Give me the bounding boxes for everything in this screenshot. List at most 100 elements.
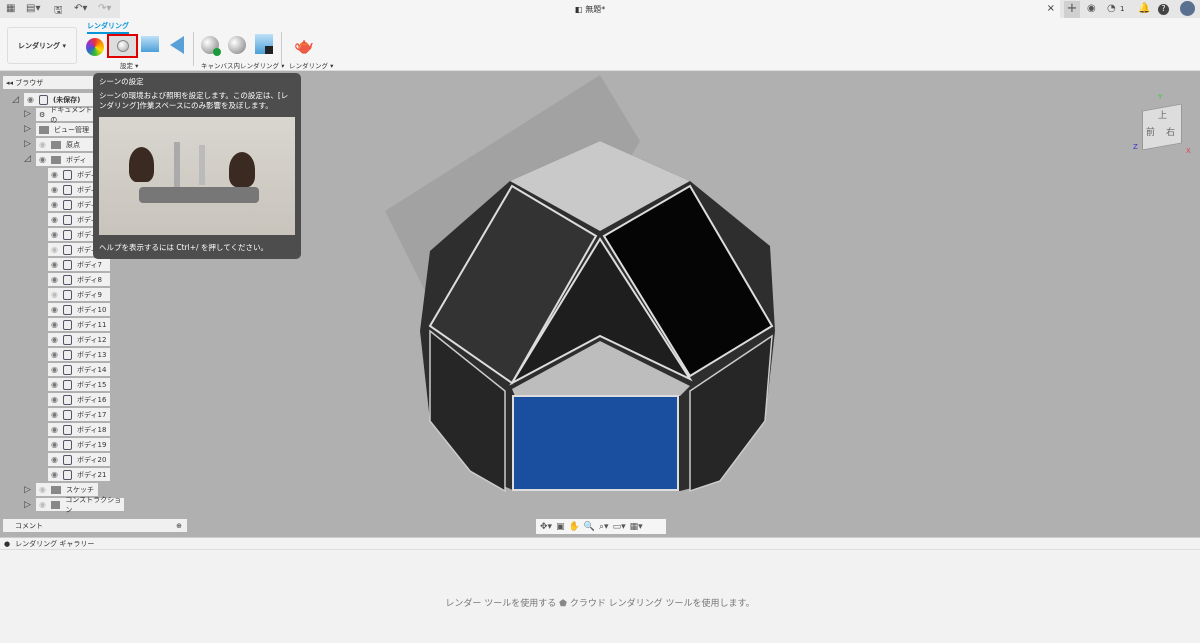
tree-node-origin[interactable]: ◉ 原点 [36, 138, 96, 151]
tree-node-bodies[interactable]: ◉ ボディ [36, 153, 96, 166]
body-icon [62, 379, 72, 390]
eye-icon[interactable]: ◉ [51, 290, 58, 299]
extensions-icon[interactable]: ◉ [1087, 3, 1096, 14]
component-icon [38, 94, 48, 105]
decal-icon[interactable] [170, 36, 184, 54]
new-tab-icon[interactable]: + [1064, 1, 1080, 18]
tree-item-body[interactable]: ◉ ボディ [48, 228, 98, 241]
eye-icon[interactable]: ◉ [51, 365, 58, 374]
teapot-render-icon[interactable]: 🫖 [294, 36, 314, 55]
gallery-header[interactable]: ● レンダリング ギャラリー [0, 538, 1200, 550]
settings-group-label[interactable]: 設定 ▾ [120, 60, 138, 70]
bell-icon[interactable]: 🔔 [1138, 3, 1150, 14]
document-tab[interactable]: ◧ 無題* × [120, 0, 1060, 18]
tree-item-body[interactable]: ◉ ボディ12 [48, 333, 110, 346]
fit-icon[interactable]: ⌕▾ [599, 522, 609, 532]
scene-settings-button[interactable] [107, 34, 138, 58]
cube-front-face[interactable]: 前 [1146, 125, 1155, 138]
tree-item-body[interactable]: ◉ ボディ [48, 213, 98, 226]
tree-item-body[interactable]: ◉ ボディ7 [48, 258, 110, 271]
tree-node-named-views[interactable]: ビュー管理 [36, 123, 96, 136]
render-group-label[interactable]: レンダリング ▾ [289, 60, 333, 70]
eye-icon[interactable]: ◉ [51, 470, 58, 479]
tab-rendering[interactable]: レンダリング [87, 21, 129, 34]
eye-icon[interactable]: ◉ [51, 425, 58, 434]
in-canvas-settings-icon[interactable] [228, 36, 246, 54]
eye-icon[interactable]: ◉ [51, 455, 58, 464]
blue-face [512, 395, 679, 491]
tree-item-body[interactable]: ◉ ボディ16 [48, 393, 110, 406]
expand-icon[interactable]: ▷ [24, 109, 31, 119]
collapse-icon[interactable]: ◿ [24, 154, 31, 164]
eye-icon[interactable]: ◉ [51, 395, 58, 404]
tree-item-body[interactable]: ◉ ボディ21 [48, 468, 110, 481]
pan-icon[interactable]: ✋ [569, 522, 580, 532]
eye-icon[interactable]: ◉ [51, 215, 58, 224]
tree-item-body[interactable]: ◉ ボディ13 [48, 348, 110, 361]
zoom-icon[interactable]: 🔍 [584, 522, 595, 532]
undo-icon[interactable]: ↶▾ [74, 3, 87, 14]
browser-header[interactable]: ◂◂ ブラウザ [3, 76, 98, 89]
workspace-switcher[interactable]: レンダリング ▾ [7, 27, 77, 64]
tree-item-body[interactable]: ◉ ボディ [48, 168, 98, 181]
tree-item-body[interactable]: ◉ ボディ [48, 198, 98, 211]
look-at-icon[interactable]: ▣ [556, 522, 565, 532]
tree-item-body[interactable]: ◉ ボディ17 [48, 408, 110, 421]
tree-node-document-settings[interactable]: ⚙ ドキュメントの [36, 106, 96, 124]
cube-top-face[interactable]: 上 [1158, 108, 1167, 121]
avatar[interactable] [1180, 1, 1195, 16]
tree-item-body[interactable]: ◉ ボディ10 [48, 303, 110, 316]
redo-icon[interactable]: ↷▾ [98, 3, 111, 14]
file-menu-icon[interactable]: ▤▾ [26, 3, 40, 14]
expand-icon[interactable]: ▷ [24, 485, 31, 495]
app-grid-icon[interactable]: ▦ [6, 3, 15, 14]
eye-icon[interactable]: ◉ [51, 245, 58, 254]
cube-right-face[interactable]: 右 [1166, 125, 1175, 138]
in-canvas-render-icon[interactable] [201, 36, 221, 56]
tree-item-body[interactable]: ◉ ボディ19 [48, 438, 110, 451]
eye-icon[interactable]: ◉ [51, 350, 58, 359]
tree-node-construction[interactable]: ◉ コンストラクション [36, 496, 124, 514]
tree-item-body[interactable]: ◉ ボディ14 [48, 363, 110, 376]
eye-icon[interactable]: ◉ [51, 335, 58, 344]
capture-image-icon[interactable] [255, 34, 273, 54]
view-cube[interactable]: Y 上 前 右 Z X [1133, 93, 1191, 155]
body-icon [62, 364, 72, 375]
comments-panel[interactable]: コメント ⊕ [3, 519, 187, 532]
eye-icon[interactable]: ◉ [51, 200, 58, 209]
tree-item-body[interactable]: ◉ ボディ [48, 183, 98, 196]
tree-item-body[interactable]: ◉ ボディ [48, 243, 98, 256]
expand-icon[interactable]: ▷ [24, 139, 31, 149]
body-label: ボディ13 [76, 350, 107, 359]
eye-icon[interactable]: ◉ [51, 410, 58, 419]
display-settings-icon[interactable]: ▭▾ [613, 522, 626, 532]
tree-item-body[interactable]: ◉ ボディ15 [48, 378, 110, 391]
tree-item-body[interactable]: ◉ ボディ9 [48, 288, 110, 301]
tree-item-body[interactable]: ◉ ボディ18 [48, 423, 110, 436]
eye-icon[interactable]: ◉ [51, 440, 58, 449]
eye-icon[interactable]: ◉ [51, 185, 58, 194]
eye-icon[interactable]: ◉ [51, 170, 58, 179]
tree-item-body[interactable]: ◉ ボディ20 [48, 453, 110, 466]
tree-item-body[interactable]: ◉ ボディ11 [48, 318, 110, 331]
collapse-icon[interactable]: ◿ [12, 95, 19, 105]
body-label: ボディ10 [76, 305, 107, 314]
eye-icon[interactable]: ◉ [51, 260, 58, 269]
eye-icon[interactable]: ◉ [51, 305, 58, 314]
appearance-icon[interactable] [86, 38, 104, 56]
texture-map-icon[interactable] [141, 36, 159, 52]
eye-icon[interactable]: ◉ [51, 320, 58, 329]
body-icon [62, 424, 72, 435]
eye-icon[interactable]: ◉ [51, 230, 58, 239]
job-status-icon[interactable]: ◔ [1107, 3, 1116, 14]
grid-icon[interactable]: ▦▾ [630, 522, 643, 532]
eye-icon[interactable]: ◉ [51, 380, 58, 389]
expand-icon[interactable]: ▷ [24, 124, 31, 134]
help-icon[interactable]: ? [1158, 4, 1169, 15]
expand-icon[interactable]: ▷ [24, 500, 31, 510]
orbit-icon[interactable]: ✥▾ [540, 522, 552, 532]
tree-item-body[interactable]: ◉ ボディ8 [48, 273, 110, 286]
in-canvas-group-label[interactable]: キャンバス内レンダリング ▾ [201, 60, 284, 70]
close-tab-icon[interactable]: × [1047, 3, 1055, 14]
eye-icon[interactable]: ◉ [51, 275, 58, 284]
